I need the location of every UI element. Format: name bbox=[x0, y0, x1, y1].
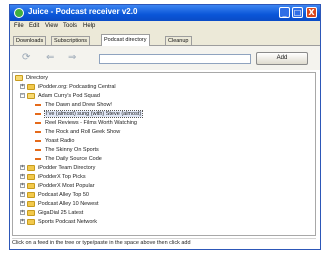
collapse-icon[interactable]: − bbox=[20, 93, 25, 99]
folder-icon bbox=[27, 218, 35, 225]
tree-item[interactable]: + Podcast Alley Top 50 bbox=[20, 191, 89, 200]
maximize-button[interactable]: □ bbox=[292, 7, 303, 18]
app-icon bbox=[14, 8, 24, 18]
tree-item-label: iPodder Team Directory bbox=[38, 165, 96, 171]
tab-subscriptions[interactable]: Subscriptions bbox=[51, 36, 91, 45]
tree-item[interactable]: + Sports Podcast Network bbox=[20, 218, 97, 227]
tree-item-label: iPodder.org: Podcasting Central bbox=[38, 84, 116, 90]
tree-root[interactable]: Directory bbox=[15, 74, 48, 83]
expand-icon[interactable]: + bbox=[20, 210, 25, 216]
expand-icon[interactable]: + bbox=[20, 174, 25, 180]
forward-icon[interactable]: ⇒ bbox=[68, 53, 76, 63]
expand-icon[interactable]: + bbox=[20, 219, 25, 225]
feed-label: I've (almost) sung (with) Steve (almost) bbox=[43, 110, 144, 118]
expand-icon[interactable]: + bbox=[20, 165, 25, 171]
feed-label: The Daily Source Code bbox=[45, 156, 102, 162]
feed-icon bbox=[35, 121, 41, 124]
feed-label: The Rock and Roll Geek Show bbox=[45, 129, 121, 135]
folder-icon bbox=[27, 200, 35, 207]
menu-edit[interactable]: Edit bbox=[29, 23, 39, 29]
tab-podcast-directory[interactable]: Podcast directory bbox=[101, 34, 150, 46]
expand-icon[interactable]: + bbox=[20, 84, 25, 90]
folder-open-icon bbox=[27, 92, 35, 99]
feed-icon bbox=[35, 130, 41, 133]
tree-item-label: Podcast Alley Top 50 bbox=[38, 192, 89, 198]
expand-icon[interactable]: + bbox=[20, 192, 25, 198]
folder-icon bbox=[27, 182, 35, 189]
folder-icon bbox=[27, 191, 35, 198]
feed-url-input[interactable] bbox=[99, 54, 251, 64]
menu-view[interactable]: View bbox=[45, 23, 58, 29]
tree-item[interactable]: + iPodderX Most Popular bbox=[20, 182, 95, 191]
tree-item[interactable]: + iPodder.org: Podcasting Central bbox=[20, 83, 116, 92]
feed-icon bbox=[35, 157, 41, 160]
tree-item[interactable]: − Adam Curry's Pod Squad bbox=[20, 92, 100, 101]
refresh-icon[interactable]: ⟳ bbox=[22, 53, 30, 63]
tree-item-label: Sports Podcast Network bbox=[38, 219, 97, 225]
podcast-directory-panel: ⟳ ⇐ ⇒ Add Directory + iPodder.org: Podcas… bbox=[10, 46, 320, 249]
feed-item[interactable]: The Daily Source Code bbox=[35, 155, 102, 164]
tab-cleanup[interactable]: Cleanup bbox=[165, 36, 192, 45]
tree-item-label: iPodderX Most Popular bbox=[38, 183, 95, 189]
status-hint: Click on a feed in the tree or type/past… bbox=[12, 238, 316, 248]
feed-label: The Dawn and Drew Show! bbox=[45, 102, 112, 108]
expand-icon[interactable]: + bbox=[20, 201, 25, 207]
feed-item-selected[interactable]: I've (almost) sung (with) Steve (almost) bbox=[35, 110, 144, 119]
tree-root-label: Directory bbox=[26, 75, 49, 81]
minimize-button[interactable]: _ bbox=[279, 7, 290, 18]
directory-toolbar: ⟳ ⇐ ⇒ Add bbox=[10, 46, 320, 70]
feed-item[interactable]: Reel Reviews - Films Worth Watching bbox=[35, 119, 137, 128]
feed-item[interactable]: The Dawn and Drew Show! bbox=[35, 101, 112, 110]
feed-label: Reel Reviews - Films Worth Watching bbox=[45, 120, 137, 126]
folder-icon bbox=[27, 209, 35, 216]
feed-icon bbox=[35, 139, 41, 142]
app-window: Juice - Podcast receiver v2.0 _ □ X File… bbox=[9, 4, 321, 250]
back-icon[interactable]: ⇐ bbox=[46, 53, 54, 63]
folder-open-icon bbox=[15, 74, 23, 81]
menu-tools[interactable]: Tools bbox=[63, 23, 77, 29]
feed-item[interactable]: Yoast Radio bbox=[35, 137, 74, 146]
tree-item[interactable]: + iPodder Team Directory bbox=[20, 164, 95, 173]
tree-item[interactable]: + GigaDial 25 Latest bbox=[20, 209, 83, 218]
add-button[interactable]: Add bbox=[256, 52, 308, 65]
tree-item-label: GigaDial 25 Latest bbox=[38, 210, 84, 216]
feed-item[interactable]: The Skinny On Sports bbox=[35, 146, 99, 155]
feed-item[interactable]: The Rock and Roll Geek Show bbox=[35, 128, 120, 137]
tree-item-label: Adam Curry's Pod Squad bbox=[38, 93, 100, 99]
folder-icon bbox=[27, 83, 35, 90]
menu-file[interactable]: File bbox=[14, 23, 24, 29]
tab-strip: Downloads Subscriptions Podcast director… bbox=[10, 34, 320, 46]
expand-icon[interactable]: + bbox=[20, 183, 25, 189]
folder-icon bbox=[27, 164, 35, 171]
menu-help[interactable]: Help bbox=[83, 23, 95, 29]
tree-item[interactable]: + Podcast Alley 10 Newest bbox=[20, 200, 99, 209]
tree-item-label: Podcast Alley 10 Newest bbox=[38, 201, 99, 207]
feed-icon bbox=[35, 148, 41, 151]
feed-icon bbox=[35, 112, 41, 115]
close-button[interactable]: X bbox=[306, 7, 317, 18]
folder-icon bbox=[27, 173, 35, 180]
menu-bar: File Edit View Tools Help bbox=[10, 22, 320, 32]
window-title: Juice - Podcast receiver v2.0 bbox=[28, 7, 138, 16]
title-bar[interactable]: Juice - Podcast receiver v2.0 _ □ X bbox=[10, 5, 320, 21]
directory-tree[interactable]: Directory + iPodder.org: Podcasting Centr… bbox=[12, 72, 316, 236]
tree-item-label: iPodderX Top Picks bbox=[38, 174, 86, 180]
tab-downloads[interactable]: Downloads bbox=[13, 36, 47, 45]
tree-item[interactable]: + iPodderX Top Picks bbox=[20, 173, 86, 182]
feed-icon bbox=[35, 103, 41, 106]
feed-label: Yoast Radio bbox=[45, 138, 75, 144]
feed-label: The Skinny On Sports bbox=[45, 147, 99, 153]
